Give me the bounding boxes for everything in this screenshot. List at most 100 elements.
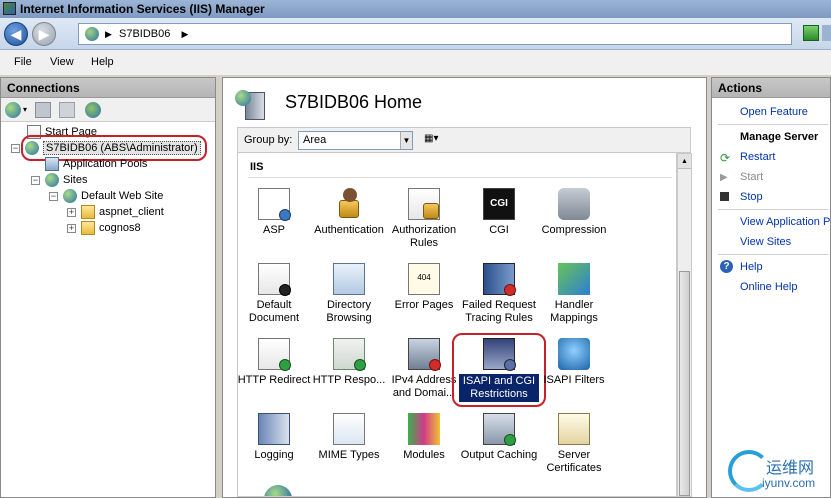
feature-label: Authentication — [314, 224, 384, 236]
actions-panel: Actions Open Feature Manage Server ⟳ Res… — [711, 77, 831, 498]
chevron-down-icon[interactable]: ▼ — [400, 132, 412, 149]
feature-label: Default Document — [248, 299, 300, 324]
tree-aspnet-client[interactable]: aspnet_client — [81, 204, 164, 220]
feature-http-response-headers[interactable]: HTTP Respo... — [309, 338, 389, 387]
server-certificates-icon — [558, 413, 590, 445]
menu-view[interactable]: View — [50, 50, 74, 75]
stop-icon — [720, 192, 729, 201]
feature-compression[interactable]: Compression — [534, 188, 614, 237]
asp-icon — [258, 188, 291, 221]
action-stop[interactable]: Stop — [740, 191, 763, 203]
feature-label: HTTP Redirect — [237, 374, 311, 386]
toolbar-overflow[interactable] — [822, 25, 831, 41]
group-by-value: Area — [303, 134, 327, 146]
group-by-select[interactable]: Area ▼ — [298, 131, 413, 150]
watermark-logo: 运维网 iyunv.com — [726, 448, 831, 498]
feature-http-redirect[interactable]: HTTP Redirect — [237, 338, 314, 387]
action-start[interactable]: Start — [740, 171, 763, 183]
action-view-application-pools[interactable]: View Application Pools — [740, 216, 830, 228]
breadcrumb-server[interactable]: S7BIDB06 — [119, 28, 170, 40]
up-icon[interactable] — [59, 102, 75, 118]
application-pools-icon — [45, 157, 59, 172]
feature-label: Logging — [254, 449, 294, 461]
feature-asp[interactable]: ASP — [238, 188, 314, 237]
tree-expander-aspnet-client[interactable]: + — [67, 208, 76, 217]
menu-file[interactable]: File — [14, 50, 32, 75]
feature-label: Server Certificates — [546, 449, 602, 474]
feature-label: Output Caching — [460, 449, 538, 461]
address-bar[interactable]: ▶ S7BIDB06 ▶ — [78, 23, 792, 45]
scroll-thumb[interactable] — [679, 271, 690, 496]
vertical-scrollbar[interactable]: ▲ — [677, 153, 692, 497]
partial-feature-icon[interactable] — [264, 485, 292, 496]
breadcrumb-chevron-icon[interactable]: ▶ — [181, 29, 188, 39]
help-icon: ? — [720, 260, 733, 273]
feature-logging[interactable]: Logging — [238, 413, 314, 462]
actions-divider — [718, 209, 828, 210]
feature-label: Directory Browsing — [326, 299, 372, 324]
menu-help[interactable]: Help — [91, 50, 114, 75]
breadcrumb-chevron-icon[interactable]: ▶ — [105, 24, 112, 44]
tree-cognos8[interactable]: cognos8 — [81, 220, 141, 236]
sites-icon — [45, 173, 59, 188]
window-title: Internet Information Services (IIS) Mana… — [20, 2, 265, 16]
feature-authorization-rules[interactable]: Authorization Rules — [384, 188, 464, 250]
feature-handler-mappings[interactable]: Handler Mappings — [534, 263, 614, 325]
tree-expander-cognos8[interactable]: + — [67, 224, 76, 233]
compression-icon — [558, 188, 590, 220]
manage-server-heading: Manage Server — [740, 131, 819, 143]
action-open-feature[interactable]: Open Feature — [740, 106, 808, 118]
back-button[interactable]: ◀ — [4, 22, 28, 46]
actions-divider — [718, 124, 828, 125]
feature-server-certificates[interactable]: Server Certificates — [534, 413, 614, 475]
view-mode-icon[interactable]: ▦▾ — [424, 133, 448, 147]
tree-sites[interactable]: Sites — [45, 172, 87, 188]
watermark-cn: 运维网 — [766, 458, 815, 477]
mime-types-icon — [333, 413, 365, 445]
connections-header: Connections — [1, 78, 215, 98]
highlight-circle — [452, 333, 546, 407]
feature-authentication[interactable]: Authentication — [309, 188, 389, 237]
feature-isapi-filters[interactable]: ISAPI Filters — [534, 338, 614, 387]
navigation-bar: ◀ ▶ ▶ S7BIDB06 ▶ — [0, 18, 831, 50]
feature-default-document[interactable]: Default Document — [238, 263, 314, 325]
feature-output-caching[interactable]: Output Caching — [459, 413, 539, 462]
default-document-icon — [258, 263, 291, 296]
authorization-rules-icon — [408, 188, 440, 220]
window-title-bar: Internet Information Services (IIS) Mana… — [0, 0, 831, 18]
output-caching-icon — [483, 413, 516, 446]
tree-expander-server[interactable]: − — [11, 144, 20, 153]
feature-error-pages[interactable]: 404 Error Pages — [384, 263, 464, 312]
feature-mime-types[interactable]: MIME Types — [309, 413, 389, 462]
tree-application-pools[interactable]: Application Pools — [45, 156, 147, 172]
tree-expander-default-site[interactable]: − — [49, 192, 58, 201]
action-help[interactable]: Help — [740, 261, 763, 273]
feature-cgi[interactable]: CGI CGI — [459, 188, 539, 237]
action-view-sites[interactable]: View Sites — [740, 236, 791, 248]
tree-expander-sites[interactable]: − — [31, 176, 40, 185]
refresh-icon[interactable] — [803, 25, 819, 41]
feature-directory-browsing[interactable]: Directory Browsing — [309, 263, 389, 325]
action-online-help[interactable]: Online Help — [740, 281, 797, 293]
server-home-icon — [235, 90, 267, 120]
feature-failed-request-tracing[interactable]: Failed Request Tracing Rules — [459, 263, 539, 325]
feature-modules[interactable]: Modules — [384, 413, 464, 462]
connect-icon[interactable] — [5, 102, 21, 118]
tree-default-web-site[interactable]: Default Web Site — [63, 188, 163, 204]
feature-label: HTTP Respo... — [312, 374, 386, 386]
tree-default-web-site-label: Default Web Site — [81, 190, 164, 202]
isapi-filters-icon — [558, 338, 590, 370]
save-icon[interactable] — [35, 102, 51, 118]
feature-label: MIME Types — [318, 449, 380, 461]
forward-button[interactable]: ▶ — [32, 22, 56, 46]
tree-aspnet-client-label: aspnet_client — [99, 206, 164, 218]
action-restart[interactable]: Restart — [740, 151, 775, 163]
section-header-iis: IIS — [250, 161, 264, 173]
iis-app-icon — [3, 2, 16, 15]
directory-browsing-icon — [333, 263, 365, 295]
disconnect-icon[interactable] — [85, 102, 101, 118]
tree-sites-label: Sites — [63, 174, 88, 186]
folder-icon — [81, 221, 95, 236]
restart-icon: ⟳ — [720, 151, 731, 165]
scroll-up-icon[interactable]: ▲ — [678, 154, 691, 169]
